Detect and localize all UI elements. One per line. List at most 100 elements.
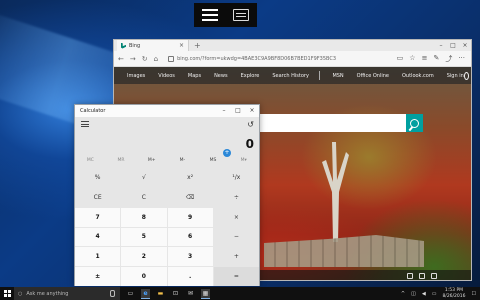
calculator-title-bar: Calculator – □ × bbox=[75, 105, 259, 117]
minimize-icon[interactable]: – bbox=[435, 40, 447, 51]
maximize-icon[interactable]: □ bbox=[447, 40, 459, 51]
bing-search-button[interactable] bbox=[406, 114, 423, 132]
browser-tab[interactable]: Bing × bbox=[117, 40, 189, 51]
touch-overlay-bar bbox=[194, 3, 257, 27]
share-icon[interactable]: ⤴ bbox=[445, 54, 452, 64]
reciprocal-key[interactable]: ¹/x bbox=[213, 168, 259, 187]
backspace-key[interactable]: ⌫ bbox=[167, 187, 213, 207]
memory-list-button[interactable]: M▾ bbox=[228, 155, 259, 167]
nav-link-explore[interactable]: Explore bbox=[241, 73, 260, 79]
decimal-key[interactable]: . bbox=[167, 267, 213, 286]
nav-link-msn[interactable]: MSN bbox=[332, 73, 343, 79]
nav-link-videos[interactable]: Videos bbox=[158, 73, 175, 79]
calc-minimize-icon[interactable]: – bbox=[217, 105, 231, 117]
add-key[interactable]: + bbox=[213, 247, 259, 267]
more-icon[interactable]: ··· bbox=[458, 54, 465, 64]
calc-close-icon[interactable]: × bbox=[245, 105, 259, 117]
action-center-icon[interactable]: ☐ bbox=[472, 291, 476, 297]
sqrt-key[interactable]: √ bbox=[121, 168, 167, 187]
back-icon[interactable]: ← bbox=[118, 55, 124, 63]
digit-0-key[interactable]: 0 bbox=[121, 267, 167, 286]
system-tray: ^ ◫ ◀ ▭ 1:53 PM 8/26/2016 ☐ bbox=[401, 288, 480, 300]
memory-subtract-button[interactable]: M- bbox=[167, 155, 198, 167]
memory-add-button[interactable]: M+ bbox=[136, 155, 167, 167]
mail-icon[interactable]: ✉ bbox=[186, 289, 195, 298]
calculator-window: Calculator – □ × ↺ 0 MC MR M+ M- MS M▾ +… bbox=[74, 104, 260, 286]
next-image-icon[interactable] bbox=[419, 273, 425, 279]
show-hidden-icons[interactable]: ^ bbox=[401, 291, 405, 297]
memory-recall-button[interactable]: MR bbox=[106, 155, 137, 167]
calculator-keypad: % √ x² ¹/x CE C ⌫ ÷ 7 8 9 × 4 5 6 − 1 2 … bbox=[75, 168, 259, 286]
tab-title: Bing bbox=[129, 42, 141, 49]
digit-7-key[interactable]: 7 bbox=[75, 207, 121, 227]
address-bar-row: ← → ↻ ⌂ bing.com/?form=ukwdg=4BAE3C9A9BF… bbox=[114, 51, 471, 67]
hub-icon[interactable]: ≡ bbox=[422, 54, 428, 64]
navigation-buttons: ← → ↻ ⌂ bbox=[114, 55, 158, 63]
start-button[interactable] bbox=[0, 287, 14, 300]
new-tab-icon[interactable]: + bbox=[194, 40, 201, 51]
digit-6-key[interactable]: 6 bbox=[167, 227, 213, 247]
calc-maximize-icon[interactable]: □ bbox=[231, 105, 245, 117]
url-text: bing.com/?form=ukwdg=4BAE3C9A9BF8D06B7BE… bbox=[177, 55, 337, 62]
refresh-icon[interactable]: ↻ bbox=[142, 55, 148, 63]
digit-5-key[interactable]: 5 bbox=[121, 227, 167, 247]
digit-3-key[interactable]: 3 bbox=[167, 247, 213, 267]
favorite-star-icon[interactable]: ☆ bbox=[409, 54, 415, 64]
square-key[interactable]: x² bbox=[167, 168, 213, 187]
nav-link-office-online[interactable]: Office Online bbox=[357, 73, 389, 79]
search-icon: ○ bbox=[18, 290, 23, 297]
digit-1-key[interactable]: 1 bbox=[75, 247, 121, 267]
calculator-window-controls: – □ × bbox=[217, 105, 259, 117]
task-view-icon[interactable]: ▭ bbox=[126, 289, 135, 298]
microphone-icon[interactable] bbox=[110, 290, 115, 297]
memory-store-button[interactable]: MS bbox=[198, 155, 229, 167]
percent-key[interactable]: % bbox=[75, 168, 121, 187]
calculator-header: ↺ 0 bbox=[75, 117, 259, 155]
clear-key[interactable]: C bbox=[121, 187, 167, 207]
equals-key[interactable]: = bbox=[213, 267, 259, 286]
clock-date: 8/26/2016 bbox=[442, 293, 466, 299]
battery-icon[interactable]: ▭ bbox=[432, 291, 437, 297]
calc-menu-icon[interactable] bbox=[81, 121, 89, 127]
url-field[interactable]: bing.com/?form=ukwdg=4BAE3C9A9BF8D06B7BE… bbox=[168, 54, 358, 64]
digit-9-key[interactable]: 9 bbox=[167, 207, 213, 227]
info-icon[interactable] bbox=[431, 273, 437, 279]
digit-4-key[interactable]: 4 bbox=[75, 227, 121, 247]
sign-in-link[interactable]: Sign in bbox=[447, 73, 464, 79]
cortana-search-box[interactable]: ○ Ask me anything bbox=[14, 287, 120, 300]
file-explorer-icon[interactable]: ▬ bbox=[156, 289, 165, 298]
clear-entry-key[interactable]: CE bbox=[75, 187, 121, 207]
store-icon[interactable]: ⊡ bbox=[171, 289, 180, 298]
edge-icon[interactable]: e bbox=[141, 288, 150, 299]
keyboard-icon[interactable] bbox=[233, 9, 249, 21]
negate-key[interactable]: ± bbox=[75, 267, 121, 286]
nav-link-news[interactable]: News bbox=[214, 73, 228, 79]
previous-image-icon[interactable] bbox=[407, 273, 413, 279]
digit-8-key[interactable]: 8 bbox=[121, 207, 167, 227]
window-controls: – □ × bbox=[435, 40, 471, 51]
nav-link-images[interactable]: Images bbox=[127, 73, 145, 79]
forward-icon[interactable]: → bbox=[130, 55, 136, 63]
close-icon[interactable]: × bbox=[459, 40, 471, 51]
volume-icon[interactable]: ◀ bbox=[422, 291, 426, 297]
hamburger-icon[interactable] bbox=[202, 9, 218, 21]
nav-divider bbox=[318, 71, 320, 80]
multiply-key[interactable]: × bbox=[213, 207, 259, 227]
divide-key[interactable]: ÷ bbox=[213, 187, 259, 207]
subtract-key[interactable]: − bbox=[213, 227, 259, 247]
calculator-icon[interactable]: ▦ bbox=[201, 288, 210, 299]
clock[interactable]: 1:53 PM 8/26/2016 bbox=[442, 288, 465, 300]
memory-clear-button[interactable]: MC bbox=[75, 155, 106, 167]
close-tab-icon[interactable]: × bbox=[179, 42, 184, 49]
reading-view-icon[interactable]: ▭ bbox=[397, 54, 404, 64]
digit-2-key[interactable]: 2 bbox=[121, 247, 167, 267]
history-icon[interactable]: ↺ bbox=[247, 120, 254, 129]
user-icon[interactable] bbox=[463, 71, 469, 80]
web-note-icon[interactable]: ✎ bbox=[433, 54, 439, 64]
nav-link-search-history[interactable]: Search History bbox=[272, 73, 309, 79]
home-icon[interactable]: ⌂ bbox=[154, 55, 158, 63]
calculator-display: 0 bbox=[245, 137, 254, 151]
nav-link-maps[interactable]: Maps bbox=[188, 73, 201, 79]
nav-link-outlook[interactable]: Outlook.com bbox=[402, 73, 434, 79]
network-icon[interactable]: ◫ bbox=[411, 291, 416, 297]
